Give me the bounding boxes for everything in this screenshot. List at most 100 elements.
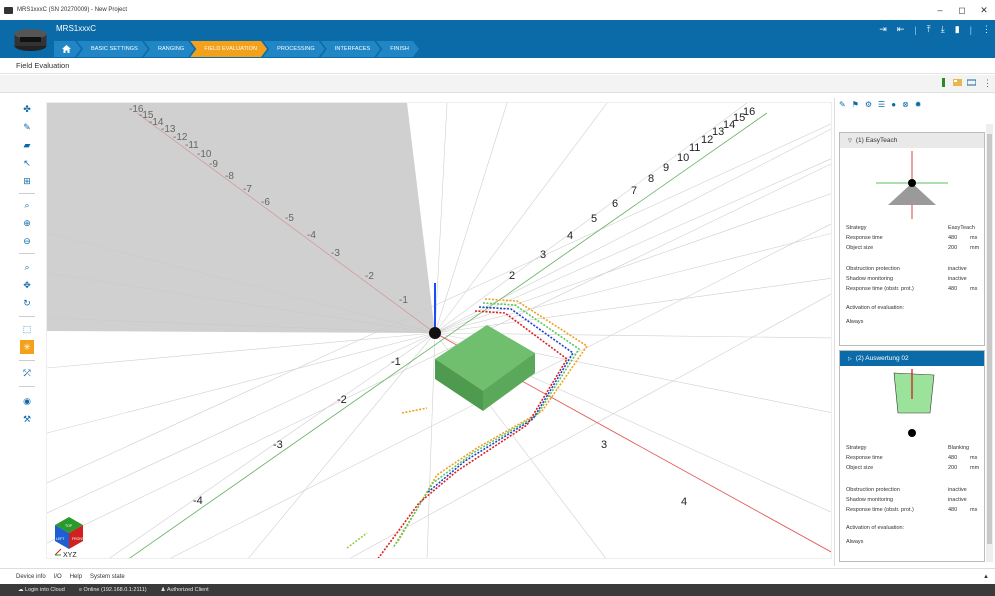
view-toolbar: ⋮ <box>0 75 995 93</box>
wizard-step-ranging[interactable]: RANGING <box>144 41 194 57</box>
field-preview <box>893 369 935 437</box>
color-icon[interactable]: ● <box>891 100 896 109</box>
user-icon: ♟ <box>160 587 166 593</box>
wizard-step-basic-settings[interactable]: BASIC SETTINGS <box>77 41 148 57</box>
device-name: MRS1xxxC <box>56 24 97 33</box>
y-tick-neg: -3 <box>273 439 283 451</box>
pointer-icon[interactable]: ↖ <box>20 156 34 170</box>
point-select-icon[interactable]: ✳ <box>20 340 34 354</box>
pen-icon[interactable]: ✎ <box>839 100 846 109</box>
help-link[interactable]: Help <box>70 574 82 580</box>
zoom-in-icon[interactable]: ⊕ <box>20 216 34 230</box>
y-tick: 6 <box>612 198 618 210</box>
wizard-step-finish[interactable]: FINISH <box>376 41 419 57</box>
expand-footer-icon[interactable]: ▲ <box>983 574 989 580</box>
select-area-icon[interactable]: ⬚ <box>20 322 34 336</box>
svg-text:-9: -9 <box>209 159 218 170</box>
footer-menu: Device info I/O Help System state ▲ <box>0 568 995 584</box>
page-title: Field Evaluation <box>16 61 70 70</box>
device-info-link[interactable]: Device info <box>16 574 46 580</box>
upload-icon[interactable]: ⤒ <box>927 24 931 35</box>
cloud-status[interactable]: ☁ Login into Cloud <box>18 587 65 593</box>
separator <box>19 193 35 194</box>
window-title: MRS1xxxC (SN 20270009) - New Project <box>17 7 128 13</box>
download-icon[interactable]: ⤓ <box>941 24 945 35</box>
minimize-button[interactable]: – <box>929 0 951 20</box>
collapse-icon: ▷ <box>848 355 852 362</box>
field-preview <box>876 151 948 219</box>
field-card-easyteach[interactable]: ▽ (1) EasyTeach Strategy EasyTeach Respon… <box>839 132 985 346</box>
header-toolbar: ⇥ ⇤ | ⤒ ⤓ ▮ | ⋮ <box>879 24 991 35</box>
field-list-icon[interactable]: ☰ <box>878 100 885 109</box>
vertical-plane <box>47 103 435 333</box>
y-tick: 7 <box>631 185 637 197</box>
status-bar: ☁ Login into Cloud ≡ Online (192.168.0.1… <box>0 584 995 596</box>
eye-icon[interactable]: ◉ <box>20 394 34 408</box>
field-card-auswertung[interactable]: ▷ (2) Auswertung 02 Strategy Blanking Res… <box>839 350 985 562</box>
y-tick: 16 <box>743 106 755 118</box>
wizard-step-processing[interactable]: PROCESSING <box>263 41 325 57</box>
y-tick: 8 <box>648 173 654 185</box>
zoom-icon[interactable]: ⌕ <box>20 198 34 212</box>
remove-icon[interactable]: ⊗ <box>902 100 909 109</box>
layout-split-icon[interactable] <box>940 78 949 87</box>
field-card-header[interactable]: ▷ (2) Auswertung 02 <box>840 351 984 366</box>
zoom-out-icon[interactable]: ⊖ <box>20 234 34 248</box>
teach-icon[interactable]: ✤ <box>20 102 34 116</box>
field-card-header[interactable]: ▽ (1) EasyTeach <box>840 133 984 148</box>
rotate-icon[interactable]: ↻ <box>20 296 34 310</box>
teach-field-icon[interactable]: ⚑ <box>852 100 859 109</box>
svg-text:-16: -16 <box>129 104 144 115</box>
logout-icon[interactable]: ⇤ <box>897 24 905 35</box>
pan-icon[interactable]: ✥ <box>20 278 34 292</box>
x-tick: 3 <box>601 439 607 451</box>
grid-snap-icon[interactable]: ⊞ <box>20 174 34 188</box>
svg-text:-6: -6 <box>261 197 270 208</box>
layout-grid-icon[interactable] <box>953 78 962 87</box>
title-bar: MRS1xxxC (SN 20270009) - New Project – ◻… <box>0 0 995 20</box>
system-state-link[interactable]: System state <box>90 574 125 580</box>
wizard-steps: BASIC SETTINGS RANGING FIELD EVALUATION … <box>54 41 415 57</box>
panel-scrollbar[interactable] <box>986 124 993 562</box>
wrench-icon[interactable]: ⚒ <box>20 412 34 426</box>
page-header: Field Evaluation <box>0 58 995 74</box>
field-toolbar: ✎ ⚑ ⚙ ☰ ● ⊗ ✹ <box>839 100 921 109</box>
svg-text:-4: -4 <box>307 230 316 241</box>
svg-text:-10: -10 <box>197 149 212 160</box>
maximize-button[interactable]: ◻ <box>951 0 973 20</box>
device-image <box>14 29 47 51</box>
home-icon <box>62 45 71 53</box>
field-edit-icon[interactable]: ✎ <box>20 120 34 134</box>
separator <box>19 360 35 361</box>
separator <box>19 386 35 387</box>
gear-icon[interactable]: ✹ <box>915 100 922 109</box>
close-button[interactable]: ✕ <box>973 0 995 20</box>
eraser-icon[interactable]: ▰ <box>20 138 34 152</box>
field-settings-icon[interactable]: ⚙ <box>865 100 872 109</box>
cube-left-label: LEFT <box>56 537 65 541</box>
layout-list-icon[interactable] <box>967 78 976 87</box>
wizard-step-field-evaluation[interactable]: FIELD EVALUATION <box>190 41 267 57</box>
view-more-icon[interactable]: ⋮ <box>983 78 992 88</box>
io-link[interactable]: I/O <box>54 574 62 580</box>
expand-icon: ▽ <box>848 137 852 144</box>
wizard-step-home[interactable] <box>54 41 81 57</box>
y-tick: 4 <box>567 230 573 242</box>
wizard-step-interfaces[interactable]: INTERFACES <box>321 41 381 57</box>
y-tick: 11 <box>689 142 700 154</box>
measure-icon[interactable]: ⤱ <box>20 366 34 380</box>
scrollbar-thumb[interactable] <box>987 134 992 544</box>
svg-text:-2: -2 <box>365 271 374 282</box>
device-icon[interactable]: ▮ <box>955 24 960 35</box>
connection-status: ≡ Online (192.168.0.1:2111) <box>78 587 147 593</box>
user-status: ♟ Authorized Client <box>160 587 209 593</box>
more-menu-icon[interactable]: ⋮ <box>982 24 991 35</box>
zoom-fit-icon[interactable]: ⌕ <box>20 260 34 274</box>
orientation-cube[interactable]: TOP LEFT FRONT XYZ <box>54 517 85 559</box>
y-tick-neg: -1 <box>391 356 401 368</box>
field-name: (2) Auswertung 02 <box>855 355 909 362</box>
login-icon[interactable]: ⇥ <box>879 24 887 35</box>
y-tick: 9 <box>663 162 669 174</box>
sensor-origin <box>429 327 441 339</box>
3d-viewport[interactable]: 2 3 4 5 6 7 8 9 10 11 12 13 14 15 16 -1 … <box>46 102 832 559</box>
